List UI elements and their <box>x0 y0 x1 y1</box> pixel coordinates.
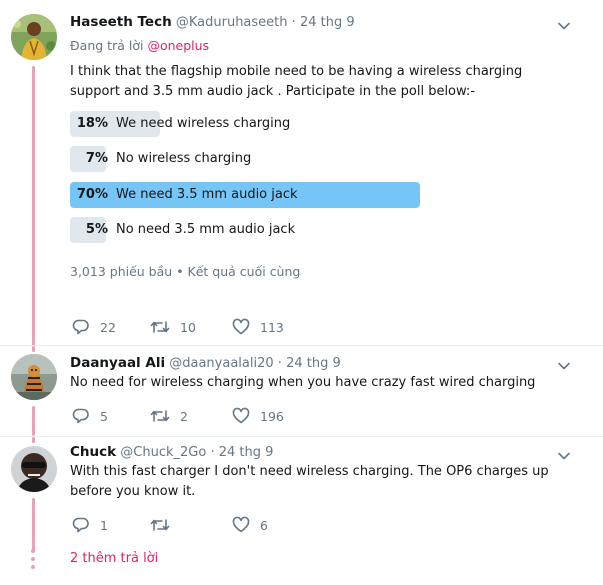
replying-to: Đang trả lời @oneplus <box>70 38 209 53</box>
retweet-button[interactable]: 2 <box>150 405 188 427</box>
separator-dot: · <box>277 356 282 371</box>
tweet-text: With this fast charger I don't need wire… <box>70 464 549 499</box>
poll-percent: 7% <box>85 151 108 166</box>
thread-line <box>32 406 35 436</box>
thread-line <box>32 346 35 352</box>
reply-button[interactable]: 22 <box>72 316 116 338</box>
reply-count: 1 <box>100 517 108 533</box>
reply-button[interactable]: 5 <box>72 405 108 427</box>
avatar[interactable] <box>11 446 57 492</box>
like-count: 6 <box>260 517 268 533</box>
reply-to-mention[interactable]: @oneplus <box>147 38 209 53</box>
poll-votes: 3,013 phiếu bầu <box>70 264 173 279</box>
reply-count: 22 <box>100 319 116 335</box>
tweet-text: I think that the flagship mobile need to… <box>70 64 523 99</box>
tweet-header: Haseeth Tech @Kaduruhaseeth · 24 thg 9 <box>70 14 355 30</box>
author-handle[interactable]: @Chuck_2Go <box>120 445 206 460</box>
separator-dot: · <box>210 445 215 460</box>
poll-option: 7% No wireless charging <box>70 146 422 172</box>
separator-dot: · <box>291 15 296 30</box>
tweet-header: Daanyaal Ali @daanyaalali20 · 24 thg 9 <box>70 355 341 371</box>
poll-status: Kết quả cuối cùng <box>187 264 301 279</box>
tweet-text: No need for wireless charging when you h… <box>70 375 536 390</box>
poll-percent: 70% <box>76 187 108 202</box>
retweet-icon <box>150 410 170 422</box>
poll-option-label: No wireless charging <box>116 151 252 166</box>
tweet-header: Chuck @Chuck_2Go · 24 thg 9 <box>70 444 273 460</box>
avatar[interactable] <box>11 14 57 60</box>
reply-button[interactable]: 1 <box>72 514 108 536</box>
chevron-down-icon[interactable] <box>557 358 571 372</box>
author-handle[interactable]: @Kaduruhaseeth <box>176 15 288 30</box>
retweet-count: 10 <box>180 319 196 335</box>
thread-line <box>32 437 35 443</box>
poll-option: 5% No need 3.5 mm audio jack <box>70 217 422 243</box>
like-button[interactable]: 113 <box>232 316 284 338</box>
author-name[interactable]: Haseeth Tech <box>70 14 172 30</box>
retweet-button[interactable] <box>150 514 180 536</box>
reply-to-prefix: Đang trả lời <box>70 38 144 53</box>
poll-meta: 3,013 phiếu bầu • Kết quả cuối cùng <box>70 264 300 279</box>
more-replies-dots <box>31 549 35 573</box>
poll-option-label: We need 3.5 mm audio jack <box>116 187 298 202</box>
more-replies-link[interactable]: 2 thêm trả lời <box>70 551 158 566</box>
poll-option-label: No need 3.5 mm audio jack <box>116 222 296 237</box>
like-icon <box>232 407 250 424</box>
reply-icon <box>72 319 89 335</box>
tweet-date[interactable]: 24 thg 9 <box>300 15 355 30</box>
reply-count: 5 <box>100 408 108 424</box>
reply-icon <box>72 517 89 533</box>
poll-option-label: We need wireless charging <box>116 116 291 131</box>
poll-separator: • <box>176 264 184 279</box>
author-name[interactable]: Daanyaal Ali <box>70 355 165 371</box>
thread-line <box>32 66 35 346</box>
like-count: 196 <box>260 408 284 424</box>
tweet-daanyaal: Daanyaal Ali @daanyaalali20 · 24 thg 9 N… <box>0 346 603 436</box>
like-icon <box>232 318 250 335</box>
retweet-icon <box>150 519 170 531</box>
like-button[interactable]: 196 <box>232 405 284 427</box>
like-count: 113 <box>260 319 284 335</box>
chevron-down-icon[interactable] <box>557 448 571 462</box>
retweet-count: 2 <box>180 408 188 424</box>
author-name[interactable]: Chuck <box>70 444 116 460</box>
tweet-actions: 1 6 <box>70 514 470 536</box>
retweet-button[interactable]: 10 <box>150 316 196 338</box>
tweet-date[interactable]: 24 thg 9 <box>286 356 341 371</box>
like-icon <box>232 516 250 533</box>
chevron-down-icon[interactable] <box>557 18 571 32</box>
tweet-actions: 5 2 196 <box>70 405 470 427</box>
poll-option: 18% We need wireless charging <box>70 111 422 137</box>
tweet-chuck: Chuck @Chuck_2Go · 24 thg 9 With this fa… <box>0 437 603 551</box>
tweet-actions: 22 10 113 <box>70 316 470 338</box>
retweet-icon <box>150 321 170 333</box>
author-handle[interactable]: @daanyaalali20 <box>169 356 273 371</box>
reply-icon <box>72 408 89 424</box>
tweet-date[interactable]: 24 thg 9 <box>219 445 274 460</box>
poll-percent: 5% <box>85 222 108 237</box>
poll-option: 70% We need 3.5 mm audio jack <box>70 182 422 208</box>
like-button[interactable]: 6 <box>232 514 268 536</box>
thread-line <box>32 498 35 551</box>
avatar[interactable] <box>11 354 57 400</box>
tweet-haseeth: Haseeth Tech @Kaduruhaseeth · 24 thg 9 Đ… <box>0 0 603 346</box>
poll-percent: 18% <box>76 116 108 131</box>
